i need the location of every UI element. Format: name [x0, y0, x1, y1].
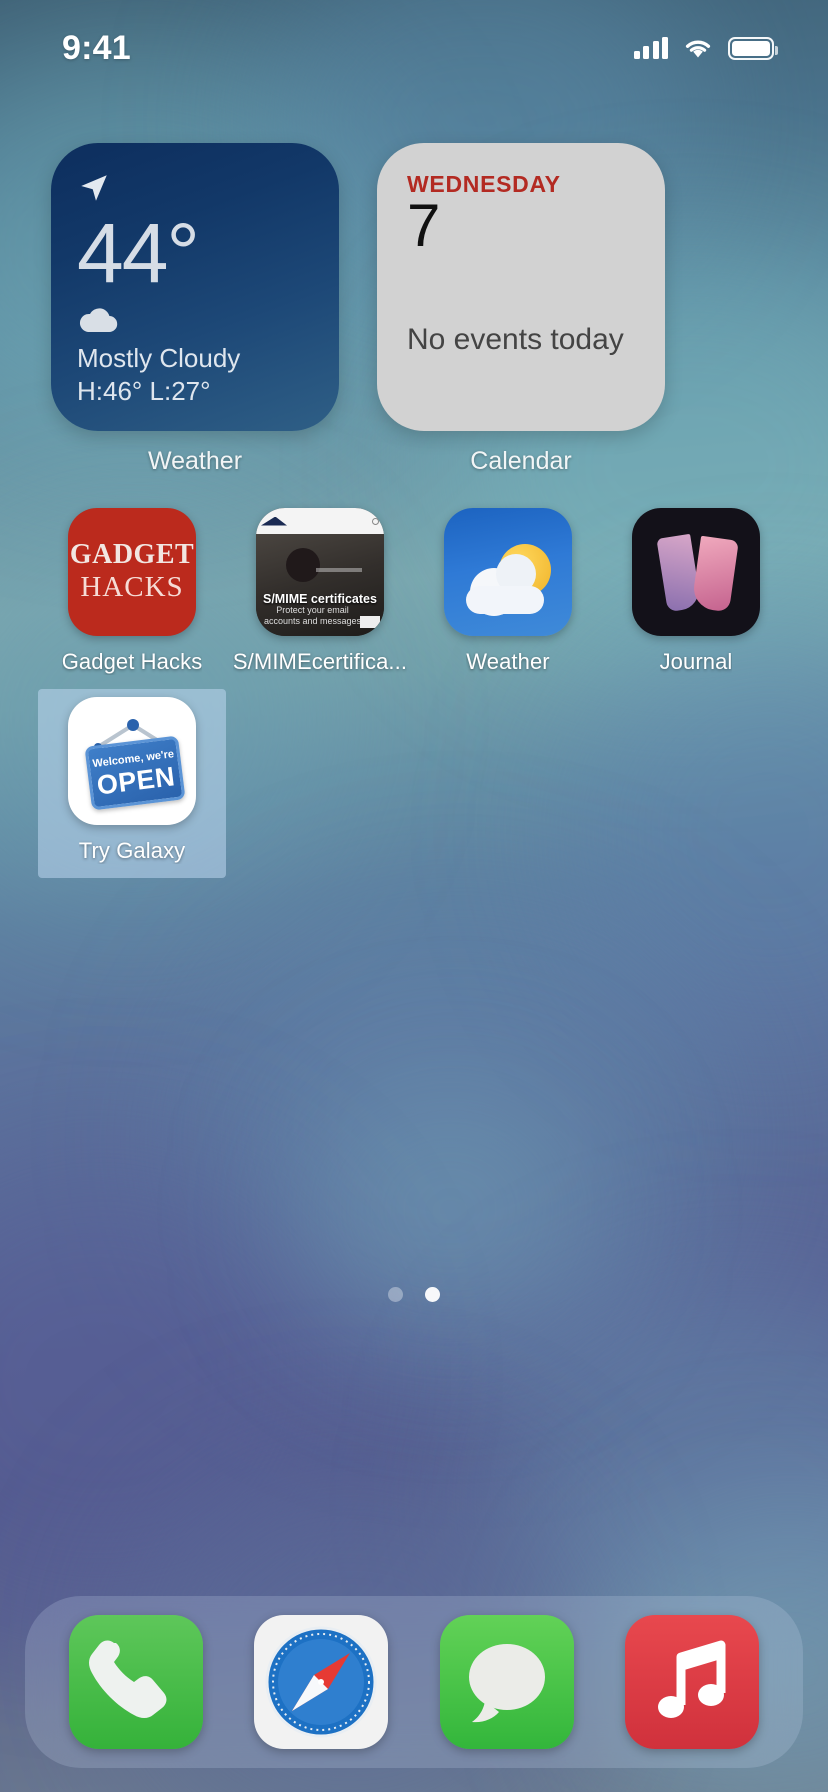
app-gadget-hacks[interactable]: GADGET HACKS Gadget Hacks: [38, 500, 226, 689]
journal-petal-left-icon: [656, 533, 702, 613]
calendar-events-text: No events today: [407, 323, 624, 356]
journal-app-icon: [632, 508, 760, 636]
status-bar-indicators: [633, 36, 778, 60]
triangle-logo-icon: [261, 516, 287, 526]
app-label: Try Galaxy: [78, 838, 186, 863]
dock-app-music[interactable]: [625, 1615, 760, 1749]
app-label: Weather: [466, 649, 550, 674]
weather-condition: Mostly Cloudy: [77, 343, 241, 373]
dock-app-messages[interactable]: [439, 1615, 574, 1749]
calendar-widget-label: Calendar: [470, 447, 572, 475]
cellular-signal-icon: [633, 37, 668, 59]
open-sign-icon: Welcome, we're OPEN: [84, 735, 186, 811]
calendar-widget-cell: WEDNESDAY 7 No events today Calendar: [377, 143, 665, 476]
smime-thumb-header: [256, 508, 384, 534]
page-dots[interactable]: [0, 1287, 828, 1302]
smime-thumb-subtitle: Protect your email accounts and messages: [263, 605, 362, 626]
weather-widget-cell: 44° Mostly Cloudy H:46° L:27° Weather: [51, 143, 339, 476]
cloud-icon: [79, 308, 118, 333]
calendar-widget[interactable]: WEDNESDAY 7 No events today: [377, 143, 665, 431]
app-journal[interactable]: Journal: [602, 500, 790, 689]
widget-row: 44° Mostly Cloudy H:46° L:27° Weather WE…: [51, 143, 665, 476]
phone-icon: [88, 1640, 167, 1718]
smime-thumb-title: S/MIME certificates: [263, 592, 377, 606]
app-label: Gadget Hacks: [61, 649, 203, 674]
smime-certificates-icon: S/MIME certificates Protect your email a…: [256, 508, 384, 636]
page-dot[interactable]: [388, 1287, 403, 1302]
app-row-2: Welcome, we're OPEN Try Galaxy: [38, 689, 790, 878]
music-note-icon: [658, 1640, 726, 1718]
app-try-galaxy[interactable]: Welcome, we're OPEN Try Galaxy: [38, 689, 226, 878]
gadget-hacks-line1: GADGET: [69, 538, 195, 570]
dock: [25, 1596, 803, 1768]
gadget-hacks-line2: HACKS: [80, 570, 184, 603]
dock-app-safari[interactable]: [254, 1615, 389, 1749]
calendar-date: 7: [407, 192, 441, 259]
weather-temperature: 44°: [77, 206, 200, 300]
location-arrow-icon: [81, 175, 107, 201]
page-dot-active[interactable]: [425, 1287, 440, 1302]
app-smime-certificates[interactable]: S/MIME certificates Protect your email a…: [226, 500, 414, 689]
wifi-icon: [685, 40, 711, 57]
app-weather[interactable]: Weather: [414, 500, 602, 689]
app-grid: GADGET HACKS Gadget Hacks S/MIME certifi…: [38, 500, 790, 878]
thumb-badge: [360, 616, 380, 628]
dock-app-phone[interactable]: [68, 1615, 203, 1749]
safari-compass-icon: [265, 1626, 377, 1738]
weather-app-icon: [444, 508, 572, 636]
app-label: S/MIMEcertifica...: [232, 649, 408, 674]
weather-high-low: H:46° L:27°: [77, 375, 211, 406]
status-bar: 9:41: [0, 0, 828, 96]
person-silhouette-icon: [286, 548, 320, 582]
thumb-highlight-bar: [316, 568, 362, 572]
gadget-hacks-icon: GADGET HACKS: [68, 508, 196, 636]
battery-icon: [728, 36, 778, 60]
cloud-part-icon: [466, 586, 544, 614]
weather-widget-label: Weather: [147, 447, 243, 475]
try-galaxy-icon: Welcome, we're OPEN: [68, 697, 196, 825]
app-row-1: GADGET HACKS Gadget Hacks S/MIME certifi…: [38, 500, 790, 689]
journal-petal-right-icon: [691, 535, 739, 613]
status-bar-clock: 9:41: [62, 28, 131, 67]
messages-bubble-icon: [468, 1644, 545, 1723]
circle-icon: [372, 517, 379, 525]
weather-widget[interactable]: 44° Mostly Cloudy H:46° L:27°: [51, 143, 339, 431]
app-label: Journal: [659, 649, 733, 674]
